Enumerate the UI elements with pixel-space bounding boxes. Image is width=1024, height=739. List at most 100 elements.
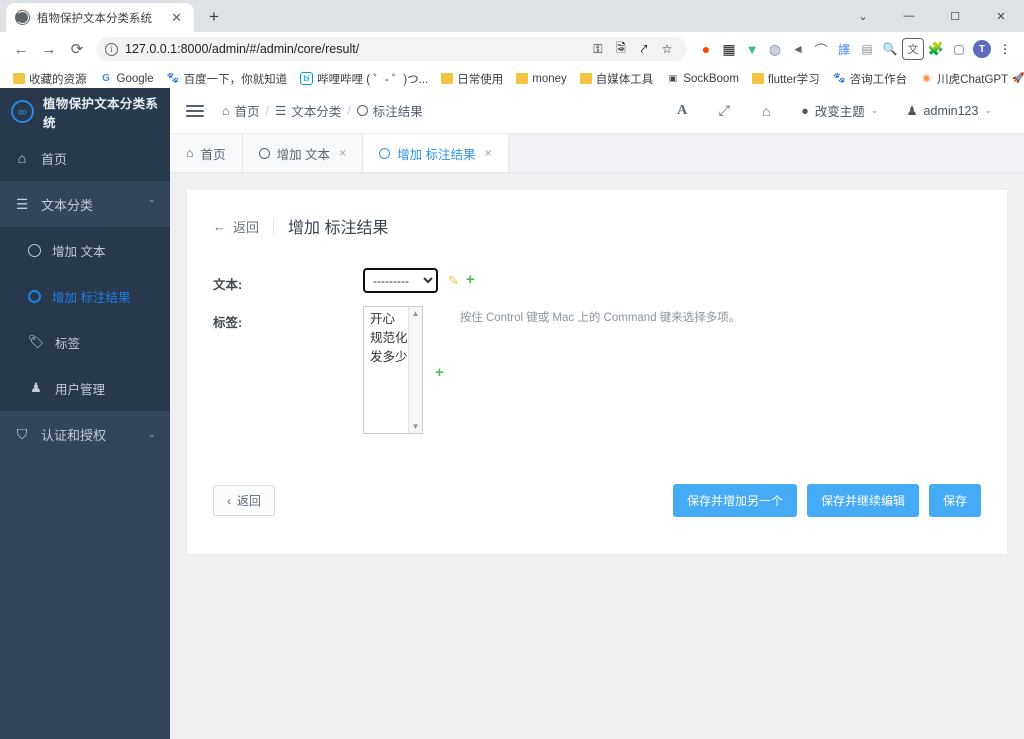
new-tab-button[interactable]: +: [201, 4, 227, 30]
breadcrumb-label: 标注结果: [372, 105, 423, 119]
omnibox-actions: ⚿ 🗟 ⤤ ☆: [587, 38, 678, 60]
tab-add-result[interactable]: 增加 标注结果 ×: [363, 134, 509, 172]
user-icon: ♟: [30, 380, 42, 395]
theme-switcher[interactable]: ● 改变主题 ⌄: [787, 88, 892, 134]
avatar[interactable]: T: [971, 38, 993, 60]
bookmark-item[interactable]: ▣ SockBoom: [661, 70, 744, 87]
site-info-icon[interactable]: i: [105, 42, 118, 56]
bookmark-label: 哔哩哔哩 ( ゜- ゜)つ...: [317, 73, 429, 86]
font-size-icon[interactable]: A: [661, 88, 703, 134]
breadcrumb-item-text-classification[interactable]: ☰ 文本分类: [275, 101, 341, 120]
tags-help-text: 按住 Control 键或 Mac 上的 Command 键来选择多项。: [459, 312, 741, 324]
infinity-logo-icon: ∞: [11, 100, 34, 123]
address-bar[interactable]: i 127.0.0.1:8000/admin/#/admin/core/resu…: [96, 37, 687, 61]
fullscreen-icon[interactable]: ⤢: [703, 88, 745, 134]
back-icon[interactable]: ←: [8, 36, 34, 62]
plus-icon[interactable]: +: [435, 364, 444, 381]
bookmark-item[interactable]: money: [511, 71, 572, 87]
globe-icon: [15, 10, 30, 25]
close-window-button[interactable]: ✕: [978, 0, 1024, 32]
sidebar-item-label: 用户管理: [55, 382, 106, 397]
bookmark-item[interactable]: flutter学习: [747, 69, 825, 89]
chrome-more-icon[interactable]: ⌄: [840, 0, 886, 32]
plus-icon[interactable]: +: [466, 271, 475, 288]
scroll-up-icon[interactable]: ▲: [412, 307, 420, 320]
sidebar-item-label: 认证和授权: [41, 427, 107, 443]
save-button[interactable]: 保存: [928, 484, 981, 517]
theme-label: 改变主题: [814, 105, 865, 119]
save-and-continue-button[interactable]: 保存并继续编辑: [806, 484, 919, 517]
tab-home[interactable]: ⌂ 首页: [170, 134, 243, 172]
topbar: ⌂ 首页 / ☰ 文本分类 / 标注结果 A ⤢ ⌂ ● 改变主题 ⌄ ♟ ad…: [170, 88, 1024, 134]
arc-icon[interactable]: ⌒: [810, 38, 832, 60]
close-icon[interactable]: ✕: [168, 9, 185, 26]
back-link[interactable]: ← 返回: [213, 217, 259, 236]
forward-icon[interactable]: →: [36, 36, 62, 62]
minimize-button[interactable]: —: [886, 0, 932, 32]
back-button[interactable]: ‹ 返回: [213, 485, 276, 516]
maximize-button[interactable]: ☐: [932, 0, 978, 32]
sidebar-logo[interactable]: ∞ 植物保护文本分类系统: [0, 88, 170, 135]
folder-icon: [579, 73, 592, 84]
field-row-tags: 标签: 开心 规范化 发多少 ▲ ▼ + 按住 Control 键或 Mac 上…: [213, 306, 981, 434]
field-control-tags: 开心 规范化 发多少 ▲ ▼ + 按住 Control 键或 Mac 上的 Co…: [363, 306, 740, 434]
bookmark-label: SockBoom: [683, 72, 739, 85]
tab-add-text[interactable]: 增加 文本 ×: [242, 134, 364, 172]
baidu-icon: 🐾: [832, 73, 846, 84]
bookmark-item[interactable]: 自媒体工具: [575, 69, 659, 89]
sidebar-item-add-text[interactable]: 增加 文本: [0, 227, 170, 273]
star-icon[interactable]: ☆: [656, 38, 678, 60]
bookmark-item[interactable]: 日常使用: [436, 69, 508, 89]
vue-devtools-icon[interactable]: ▼: [741, 38, 763, 60]
sidebar-item-tags[interactable]: 🏷 标签: [0, 319, 170, 365]
palette-icon: ●: [801, 103, 809, 118]
share-icon[interactable]: ⤤: [633, 38, 655, 60]
sidebar-item-user-management[interactable]: ♟ 用户管理: [0, 365, 170, 411]
translate-box-icon[interactable]: 文: [902, 38, 924, 60]
bookmark-label: 收藏的资源: [29, 73, 87, 86]
bookmark-item[interactable]: 收藏的资源: [8, 69, 92, 89]
bookmark-item[interactable]: 🐾 咨询工作台: [828, 69, 913, 89]
reload-icon[interactable]: ⟳: [64, 36, 90, 62]
close-icon[interactable]: ×: [485, 146, 492, 160]
search-icon[interactable]: 🔍: [879, 38, 901, 60]
shield-icon: ⛉: [16, 425, 28, 442]
bookmark-item[interactable]: 🐾 百度一下，你就知道: [162, 69, 293, 89]
scroll-down-icon[interactable]: ▼: [412, 420, 420, 433]
bookmark-label: 咨询工作台: [849, 73, 908, 86]
sidebar-item-home[interactable]: ⌂ 首页: [0, 135, 170, 181]
user-menu[interactable]: ♟ admin123 ⌄: [892, 88, 1006, 134]
browser-tab[interactable]: 植物保护文本分类系统 ✕: [6, 3, 194, 32]
sidepanel-icon[interactable]: ▢: [948, 38, 970, 60]
office-icon[interactable]: ▤: [856, 38, 878, 60]
bookmark-item[interactable]: G Google: [95, 70, 159, 87]
sidebar-item-text-classification[interactable]: ☰ 文本分类 ⌃: [0, 181, 170, 227]
tab-label: 首页: [200, 147, 226, 162]
sidebar-item-auth[interactable]: ⛉ 认证和授权 ⌄: [0, 411, 170, 457]
bookmark-item[interactable]: bi 哔哩哔哩 ( ゜- ゜)つ...: [295, 69, 433, 89]
google-translate-icon[interactable]: 譯: [833, 38, 855, 60]
folder-icon: [516, 73, 529, 84]
pencil-icon[interactable]: ✎: [448, 273, 459, 289]
key-icon[interactable]: ⚿: [587, 38, 609, 60]
translate-icon[interactable]: 🗟: [610, 38, 632, 60]
close-icon[interactable]: ×: [339, 146, 346, 160]
hamburger-icon[interactable]: [186, 104, 204, 117]
pocket-icon[interactable]: ▦: [718, 38, 740, 60]
breadcrumb-item-result[interactable]: 标注结果: [356, 101, 423, 120]
sidebar-item-add-result[interactable]: 增加 标注结果: [0, 273, 170, 319]
flag-icon[interactable]: ◄: [787, 38, 809, 60]
reddit-icon[interactable]: ●: [695, 38, 717, 60]
tags-multiselect[interactable]: 开心 规范化 发多少 ▲ ▼: [363, 306, 423, 434]
scrollbar[interactable]: ▲ ▼: [408, 307, 422, 433]
field-row-text: 文本: --------- ✎ +: [213, 268, 981, 293]
chrome-menu-icon[interactable]: ⋮: [994, 38, 1016, 60]
bookmark-item[interactable]: ◉ 川虎ChatGPT 🚀: [915, 69, 1024, 89]
opera-icon[interactable]: ◍: [764, 38, 786, 60]
home-icon[interactable]: ⌂: [745, 88, 787, 134]
chevron-up-icon: ⌃: [147, 198, 156, 210]
save-and-add-another-button[interactable]: 保存并增加另一个: [672, 484, 797, 517]
puzzle-icon[interactable]: 🧩: [925, 38, 947, 60]
breadcrumb-item-home[interactable]: ⌂ 首页: [222, 101, 260, 120]
text-select[interactable]: ---------: [363, 268, 438, 293]
